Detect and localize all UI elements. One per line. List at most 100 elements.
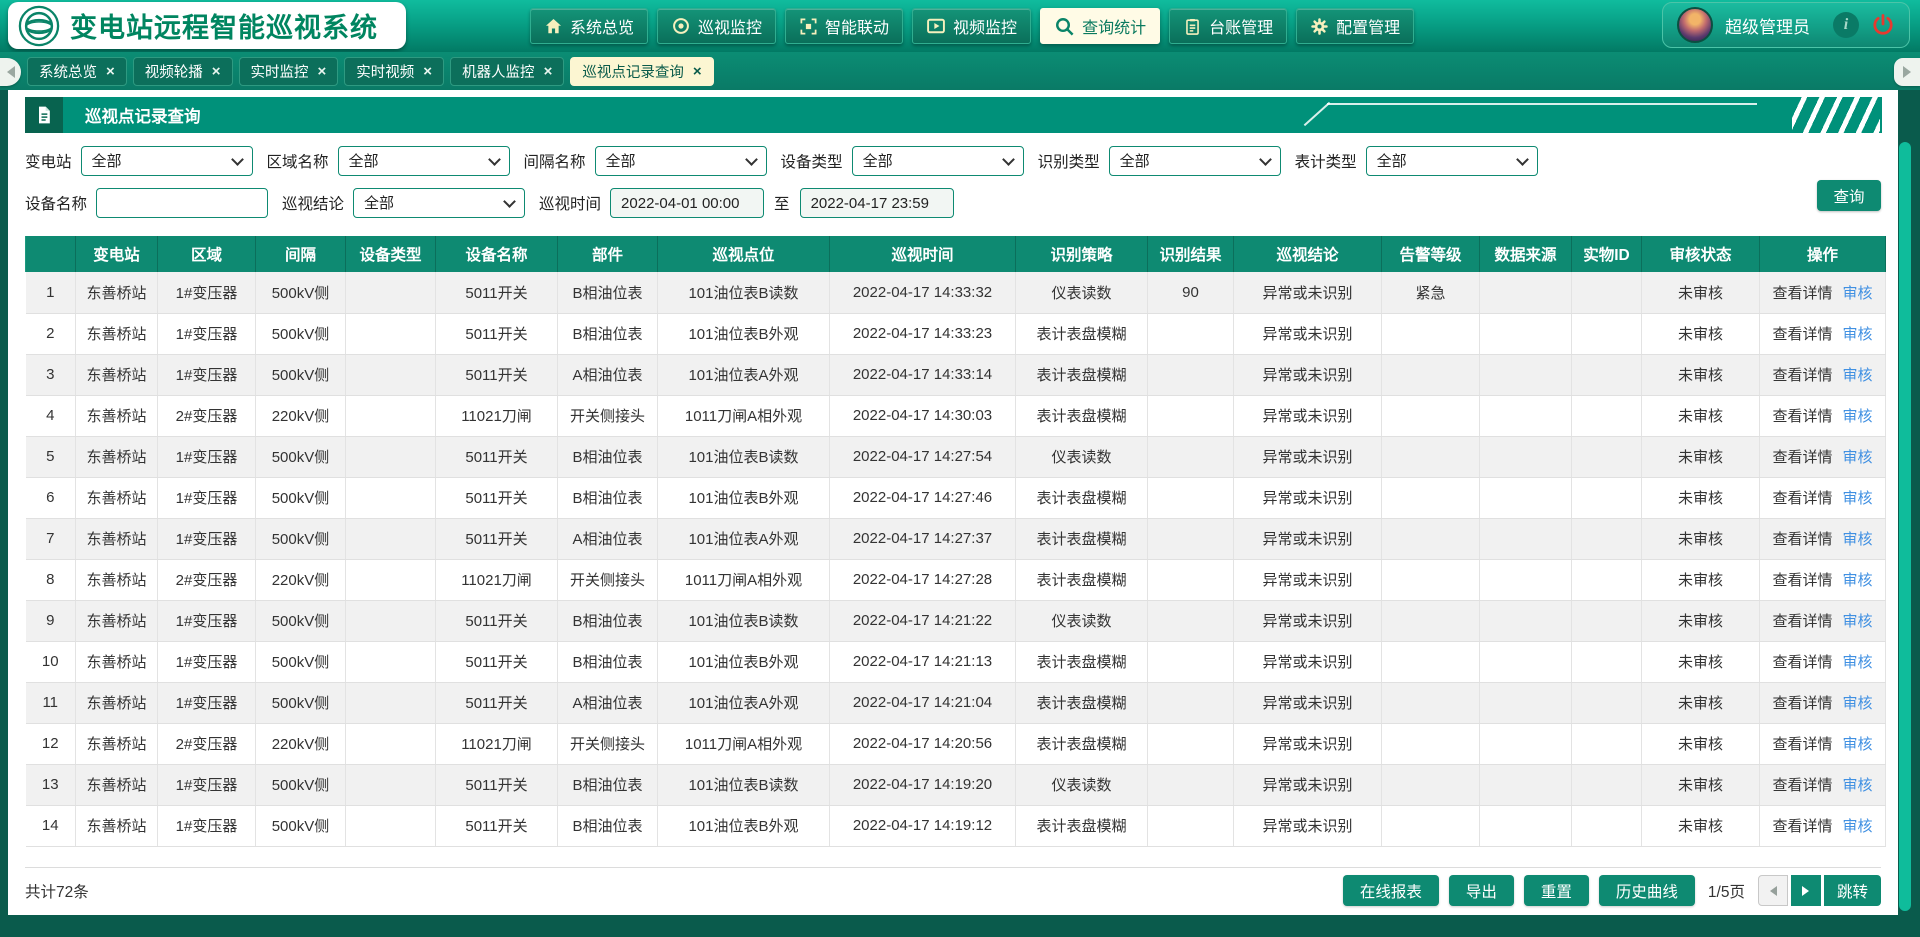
view-detail-link[interactable]: 查看详情 — [1772, 285, 1832, 302]
power-icon[interactable] — [1871, 13, 1895, 37]
table-cell: 异常或未识别 — [1234, 805, 1382, 846]
jump-button[interactable]: 跳转 — [1824, 875, 1881, 906]
audit-link[interactable]: 审核 — [1843, 408, 1873, 425]
actions-cell: 查看详情审核 — [1760, 354, 1886, 395]
nav-button-1[interactable]: 系统总览 — [530, 8, 648, 44]
audit-link[interactable]: 审核 — [1843, 654, 1873, 671]
footer-button-4[interactable]: 历史曲线 — [1599, 875, 1695, 906]
nav-button-7[interactable]: 配置管理 — [1296, 8, 1414, 44]
filter-input-time-from[interactable] — [610, 188, 764, 218]
nav-label: 台账管理 — [1209, 14, 1273, 38]
audit-link[interactable]: 审核 — [1843, 818, 1873, 835]
view-detail-link[interactable]: 查看详情 — [1772, 449, 1832, 466]
filter-select-station[interactable]: 全部 — [81, 146, 253, 176]
filter-select-recog-type[interactable]: 全部 — [1109, 146, 1281, 176]
nav-button-5[interactable]: 查询统计 — [1040, 8, 1160, 44]
tab-close-icon[interactable]: × — [106, 64, 115, 79]
audit-link[interactable]: 审核 — [1843, 490, 1873, 507]
tab-scroll-left-button[interactable] — [0, 58, 21, 86]
table-cell: 东善桥站 — [76, 518, 158, 559]
table-cell — [346, 764, 436, 805]
table-cell: 1#变压器 — [158, 354, 256, 395]
audit-link[interactable]: 审核 — [1843, 449, 1873, 466]
view-detail-link[interactable]: 查看详情 — [1772, 613, 1832, 630]
table-cell: 2022-04-17 14:21:22 — [830, 600, 1016, 641]
audit-link[interactable]: 审核 — [1843, 531, 1873, 548]
search-button[interactable]: 查询 — [1817, 180, 1881, 211]
info-icon[interactable]: i — [1833, 12, 1859, 38]
actions-cell: 查看详情审核 — [1760, 600, 1886, 641]
footer-button-2[interactable]: 导出 — [1449, 875, 1514, 906]
filter-input-device-name[interactable] — [96, 188, 268, 218]
table-row: 11东善桥站1#变压器500kV侧5011开关A相油位表101油位表A外观202… — [26, 682, 1886, 723]
table-cell: 101油位表B外观 — [658, 805, 830, 846]
table-cell — [1572, 272, 1642, 313]
vertical-scrollbar[interactable] — [1899, 142, 1911, 911]
prev-page-button[interactable] — [1758, 875, 1788, 906]
view-detail-link[interactable]: 查看详情 — [1772, 490, 1832, 507]
filter-select-conclusion[interactable]: 全部 — [353, 188, 525, 218]
view-detail-link[interactable]: 查看详情 — [1772, 531, 1832, 548]
audit-link[interactable]: 审核 — [1843, 613, 1873, 630]
tab-1[interactable]: 系统总览× — [27, 57, 127, 86]
audit-link[interactable]: 审核 — [1843, 367, 1873, 384]
table-cell: 2022-04-17 14:33:23 — [830, 313, 1016, 354]
audit-link[interactable]: 审核 — [1843, 572, 1873, 589]
table-cell: 东善桥站 — [76, 313, 158, 354]
table-cell: 5011开关 — [436, 436, 558, 477]
state-grid-logo-icon — [18, 5, 60, 47]
nav-label: 查询统计 — [1082, 14, 1146, 38]
filter-select-area[interactable]: 全部 — [338, 146, 510, 176]
page-title: 巡视点记录查询 — [85, 103, 201, 127]
table-cell: 未审核 — [1642, 764, 1760, 805]
next-page-button[interactable] — [1791, 875, 1821, 906]
audit-link[interactable]: 审核 — [1843, 285, 1873, 302]
tab-3[interactable]: 实时监控× — [239, 57, 339, 86]
view-detail-link[interactable]: 查看详情 — [1772, 367, 1832, 384]
view-detail-link[interactable]: 查看详情 — [1772, 654, 1832, 671]
arrow-right-icon — [1903, 66, 1917, 78]
table-cell: 5011开关 — [436, 641, 558, 682]
column-header: 操作 — [1760, 236, 1886, 272]
nav-button-4[interactable]: 视频监控 — [912, 8, 1031, 44]
filter-input-time-to[interactable] — [800, 188, 954, 218]
nav-button-6[interactable]: 台账管理 — [1169, 8, 1287, 44]
audit-link[interactable]: 审核 — [1843, 777, 1873, 794]
nav-button-2[interactable]: 巡视监控 — [657, 8, 776, 44]
table-cell: 东善桥站 — [76, 272, 158, 313]
footer-button-1[interactable]: 在线报表 — [1343, 875, 1439, 906]
tab-4[interactable]: 实时视频× — [344, 57, 444, 86]
tab-2[interactable]: 视频轮播× — [133, 57, 233, 86]
tab-scroll-right-button[interactable] — [1894, 58, 1920, 86]
view-detail-link[interactable]: 查看详情 — [1772, 736, 1832, 753]
audit-link[interactable]: 审核 — [1843, 695, 1873, 712]
tab-close-icon[interactable]: × — [693, 64, 702, 79]
footer-button-3[interactable]: 重置 — [1524, 875, 1589, 906]
tab-5[interactable]: 机器人监控× — [450, 57, 564, 86]
filter-select-device-type[interactable]: 全部 — [852, 146, 1024, 176]
filter-select-meter-type[interactable]: 全部 — [1366, 146, 1538, 176]
records-table: 变电站区域间隔设备类型设备名称部件巡视点位巡视时间识别策略识别结果巡视结论告警等… — [25, 236, 1886, 847]
table-cell — [1572, 723, 1642, 764]
audit-link[interactable]: 审核 — [1843, 326, 1873, 343]
tab-6[interactable]: 巡视点记录查询× — [570, 57, 713, 86]
nav-button-3[interactable]: 智能联动 — [785, 8, 903, 44]
tab-close-icon[interactable]: × — [212, 64, 221, 79]
tab-close-icon[interactable]: × — [423, 64, 432, 79]
filter-select-bay[interactable]: 全部 — [595, 146, 767, 176]
view-detail-link[interactable]: 查看详情 — [1772, 326, 1832, 343]
view-detail-link[interactable]: 查看详情 — [1772, 777, 1832, 794]
audit-link[interactable]: 审核 — [1843, 736, 1873, 753]
table-cell: 2022-04-17 14:27:54 — [830, 436, 1016, 477]
tab-close-icon[interactable]: × — [318, 64, 327, 79]
view-detail-link[interactable]: 查看详情 — [1772, 408, 1832, 425]
table-cell: 5011开关 — [436, 354, 558, 395]
tab-close-icon[interactable]: × — [544, 64, 553, 79]
view-detail-link[interactable]: 查看详情 — [1772, 818, 1832, 835]
nav-label: 巡视监控 — [698, 14, 762, 38]
table-cell: 8 — [26, 559, 76, 600]
table-cell: 东善桥站 — [76, 436, 158, 477]
table-cell: 异常或未识别 — [1234, 641, 1382, 682]
view-detail-link[interactable]: 查看详情 — [1772, 572, 1832, 589]
view-detail-link[interactable]: 查看详情 — [1772, 695, 1832, 712]
